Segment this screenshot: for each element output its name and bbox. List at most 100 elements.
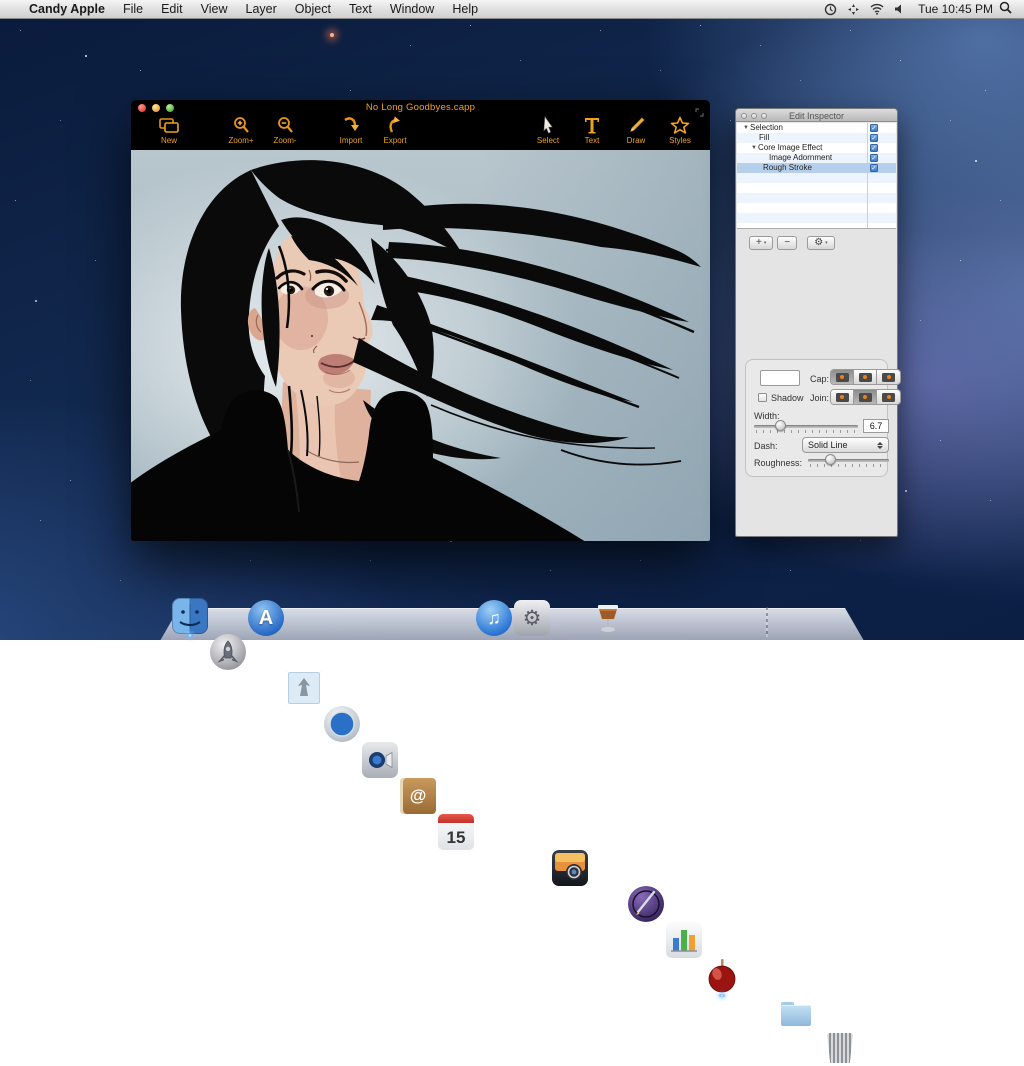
list-row-fill[interactable]: Fill ✓ [737, 133, 896, 143]
shadow-label: Shadow [771, 393, 804, 403]
cap-square-segment[interactable] [877, 370, 900, 384]
window-title: No Long Goodbyes.capp [131, 102, 710, 113]
contacts-icon: @ [410, 786, 427, 806]
orange-star [330, 33, 334, 37]
universal-access-icon[interactable] [847, 3, 860, 16]
facetime-camera-icon [362, 742, 398, 778]
list-row-image-adornment[interactable]: Image Adornment ✓ [737, 153, 896, 163]
list-action-buttons: + ▾ − ⚙ ▾ [749, 236, 897, 250]
export-button[interactable]: Export [373, 116, 417, 145]
row-checkbox[interactable]: ✓ [870, 144, 878, 152]
spotlight-icon[interactable] [999, 1, 1012, 17]
select-tool-button[interactable]: Select [526, 116, 570, 145]
menu-item-file[interactable]: File [123, 2, 143, 16]
rough-stroke-settings-panel: Cap: Shadow Join: Width: 6.7 Dash: Solid… [745, 359, 888, 477]
dock-item-safari[interactable] [324, 706, 360, 742]
row-checkbox[interactable]: ✓ [870, 154, 878, 162]
shadow-checkbox[interactable] [758, 393, 767, 402]
join-segmented-control [830, 389, 901, 405]
cap-round-segment[interactable] [854, 370, 877, 384]
edit-inspector-panel: Edit Inspector ▼ Selection ✓ Fill ✓ ▼ Co… [735, 108, 898, 537]
roughness-slider-ticks [810, 464, 887, 467]
disclosure-triangle[interactable]: ▼ [751, 143, 758, 153]
dock-item-system-preferences[interactable]: ⚙ [514, 600, 550, 636]
remove-effect-button[interactable]: − [777, 236, 797, 250]
dock-item-candy-apple[interactable] [704, 958, 740, 994]
row-checkbox[interactable]: ✓ [870, 164, 878, 172]
cap-round-icon [859, 373, 872, 382]
join-label: Join: [810, 393, 829, 403]
volume-icon[interactable] [894, 3, 906, 15]
stroke-color-well[interactable] [760, 370, 800, 386]
window-title-bar[interactable]: No Long Goodbyes.capp [131, 100, 710, 115]
zoom-out-button[interactable]: Zoom- [263, 116, 307, 145]
time-machine-icon[interactable] [824, 3, 837, 16]
dock-item-itunes[interactable]: ♫ [476, 600, 512, 636]
wifi-icon[interactable] [870, 3, 884, 15]
join-miter-segment[interactable] [831, 390, 854, 404]
menu-item-edit[interactable]: Edit [161, 2, 183, 16]
width-slider[interactable] [754, 420, 858, 434]
dock-item-folder[interactable] [778, 994, 814, 1030]
action-gear-button[interactable]: ⚙ ▾ [807, 236, 834, 250]
join-round-segment[interactable] [854, 390, 877, 404]
list-row-selection[interactable]: ▼ Selection ✓ [737, 123, 896, 133]
drawing-canvas[interactable] [131, 150, 710, 541]
draw-tool-button[interactable]: Draw [614, 116, 658, 145]
add-label: + [756, 237, 762, 249]
dash-popup-button[interactable]: Solid Line [802, 437, 889, 453]
width-value-field[interactable]: 6.7 [863, 419, 889, 433]
dock-item-numbers[interactable] [666, 922, 702, 958]
zoom-in-button[interactable]: Zoom+ [219, 116, 263, 145]
disclosure-triangle[interactable]: ▼ [743, 123, 750, 133]
add-effect-button[interactable]: + ▾ [749, 236, 773, 250]
styles-tool-button[interactable]: Styles [658, 116, 702, 145]
row-label: Core Image Effect [758, 143, 822, 153]
dock-item-trash[interactable] [822, 1030, 858, 1066]
inspector-title-bar[interactable]: Edit Inspector [736, 109, 897, 122]
menu-bar: Candy Apple File Edit View Layer Object … [0, 0, 1024, 19]
gear-icon: ⚙ [814, 237, 823, 249]
row-checkbox[interactable]: ✓ [870, 124, 878, 132]
menu-item-object[interactable]: Object [295, 2, 331, 16]
list-row-core-image-effect[interactable]: ▼ Core Image Effect ✓ [737, 143, 896, 153]
text-tool-label: Text [585, 136, 600, 145]
import-button[interactable]: Import [329, 116, 373, 145]
finder-icon [172, 598, 208, 634]
width-slider-track [754, 425, 858, 428]
dock-item-launchpad[interactable] [210, 634, 246, 670]
roughness-slider-thumb[interactable] [825, 454, 836, 465]
dock-item-facetime[interactable] [362, 742, 398, 778]
roughness-slider[interactable] [808, 454, 889, 468]
new-button[interactable]: New [147, 116, 191, 145]
new-button-label: New [161, 136, 177, 145]
menu-item-layer[interactable]: Layer [246, 2, 277, 16]
text-tool-button[interactable]: Text [570, 116, 614, 145]
itunes-icon: ♫ [487, 608, 501, 629]
join-miter-icon [836, 393, 849, 402]
app-menu-title[interactable]: Candy Apple [29, 2, 105, 16]
menu-item-help[interactable]: Help [452, 2, 478, 16]
row-checkbox[interactable]: ✓ [870, 134, 878, 142]
running-indicator [719, 994, 725, 997]
dock-item-calendar[interactable]: 15 [438, 814, 474, 850]
width-slider-thumb[interactable] [775, 420, 786, 431]
dock-item-pen-app[interactable] [628, 886, 664, 922]
dock-item-contacts[interactable]: @ [400, 778, 436, 814]
zoom-in-button-label: Zoom+ [228, 136, 253, 145]
launchpad-rocket-icon [210, 634, 246, 670]
menu-clock[interactable]: Tue 10:45 PM [918, 2, 993, 16]
dock-item-mail[interactable] [286, 670, 322, 706]
inspector-title: Edit Inspector [736, 111, 897, 121]
dock-item-finder[interactable] [172, 598, 208, 634]
join-bevel-segment[interactable] [877, 390, 900, 404]
menu-item-text[interactable]: Text [349, 2, 372, 16]
dock-item-iphoto[interactable] [552, 850, 588, 886]
candy-apple-icon [704, 958, 740, 994]
dock-item-keynote[interactable] [590, 600, 626, 636]
list-row-rough-stroke[interactable]: Rough Stroke ✓ [737, 163, 896, 173]
menu-item-view[interactable]: View [201, 2, 228, 16]
dock-item-app-store[interactable]: A [248, 600, 284, 636]
cap-butt-segment[interactable] [831, 370, 854, 384]
menu-item-window[interactable]: Window [390, 2, 434, 16]
